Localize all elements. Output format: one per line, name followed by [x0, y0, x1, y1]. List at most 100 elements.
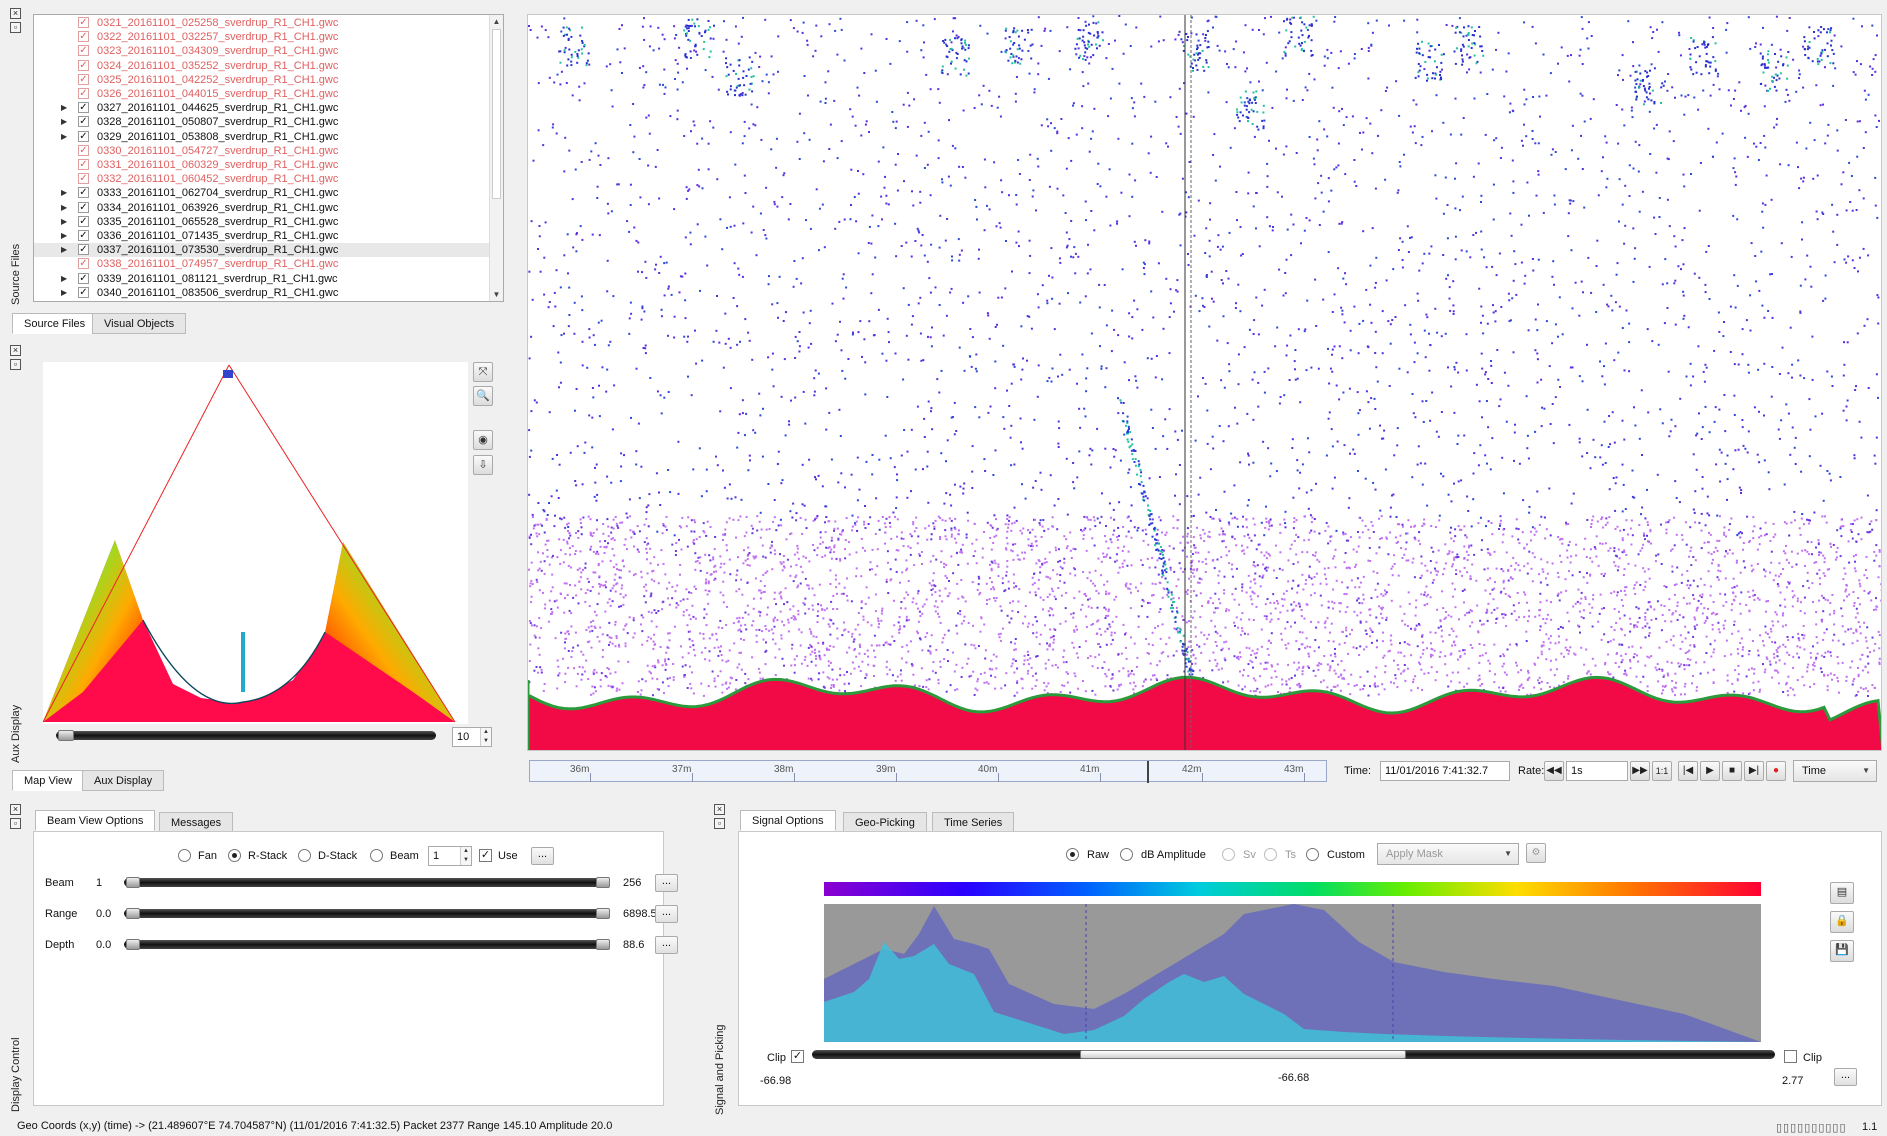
- tab-visual-objects[interactable]: Visual Objects: [92, 313, 187, 334]
- beam-number-spinner[interactable]: 1 ▲ ▼: [428, 846, 472, 866]
- file-enable-checkbox[interactable]: ✓: [78, 130, 89, 142]
- range-slider[interactable]: [124, 878, 610, 887]
- file-enable-checkbox[interactable]: ✓: [78, 230, 89, 241]
- aux-close-icon[interactable]: ×: [10, 345, 21, 356]
- radio-raw[interactable]: [1066, 848, 1079, 861]
- clip-range-selection[interactable]: [1080, 1050, 1406, 1059]
- expand-arrow-icon[interactable]: ▶: [61, 243, 69, 257]
- file-list-item[interactable]: ▶ ✓ 0328_20161101_050807_sverdrup_R1_CH1.g…: [34, 115, 489, 129]
- colormap-icon[interactable]: ▤: [1830, 882, 1854, 904]
- eye-icon[interactable]: ◉: [473, 430, 493, 450]
- stop-icon[interactable]: ■: [1722, 761, 1742, 781]
- use-checkbox[interactable]: ✓: [479, 849, 492, 862]
- range-slider-min-handle[interactable]: [126, 908, 140, 919]
- save-icon[interactable]: 💾: [1830, 940, 1854, 962]
- radio-db-amplitude[interactable]: [1120, 848, 1133, 861]
- play-icon[interactable]: ▶: [1700, 761, 1720, 781]
- expand-arrow-icon[interactable]: ▶: [61, 101, 69, 115]
- file-enable-checkbox[interactable]: ✓: [78, 244, 89, 256]
- tab-source-files[interactable]: Source Files: [12, 313, 98, 334]
- file-enable-checkbox[interactable]: ✓: [78, 59, 89, 71]
- expand-arrow-icon[interactable]: ▶: [61, 215, 69, 229]
- file-enable-checkbox[interactable]: ✓: [78, 286, 89, 298]
- file-list-item[interactable]: ✓ 0325_20161101_042252_sverdrup_R1_CH1.gw…: [34, 73, 489, 87]
- rate-field[interactable]: 1s: [1566, 761, 1628, 781]
- file-enable-checkbox[interactable]: ✓: [78, 272, 89, 284]
- radio-sv[interactable]: [1222, 848, 1235, 861]
- expand-arrow-icon[interactable]: ▶: [61, 229, 69, 243]
- time-field[interactable]: 11/01/2016 7:41:32.7: [1380, 761, 1510, 781]
- file-enable-checkbox[interactable]: ✓: [78, 187, 89, 199]
- tab-aux-display[interactable]: Aux Display: [82, 770, 165, 791]
- file-list-item[interactable]: ▶ ✓ 0335_20161101_065528_sverdrup_R1_CH1.g…: [34, 215, 489, 229]
- file-enable-checkbox[interactable]: ✓: [78, 45, 89, 57]
- tab-time-series[interactable]: Time Series: [932, 812, 1015, 833]
- tab-map-view[interactable]: Map View: [12, 770, 85, 791]
- range-slider-min-handle[interactable]: [126, 877, 140, 888]
- slider-row-more-button[interactable]: ...: [655, 936, 678, 954]
- file-enable-checkbox[interactable]: ✓: [78, 88, 89, 99]
- source-file-list[interactable]: ▶ ✓ 0340_20161101_083506_sverdrup_R1_CH1.g…: [33, 14, 504, 302]
- signal-close-icon[interactable]: ×: [714, 804, 725, 815]
- source-files-float-icon[interactable]: ▫: [10, 22, 21, 33]
- clip-right-checkbox[interactable]: [1784, 1050, 1797, 1063]
- file-enable-checkbox[interactable]: ✓: [78, 73, 89, 85]
- range-slider[interactable]: [124, 909, 610, 918]
- range-slider-min-handle[interactable]: [126, 939, 140, 950]
- radio-ts[interactable]: [1264, 848, 1277, 861]
- lock-icon[interactable]: 🔒: [1830, 911, 1854, 933]
- expand-arrow-icon[interactable]: ▶: [61, 130, 69, 144]
- skip-end-icon[interactable]: ▶|: [1744, 761, 1764, 781]
- echogram-view[interactable]: [527, 14, 1882, 751]
- file-list-item[interactable]: ▶ ✓ 0334_20161101_063926_sverdrup_R1_CH1.g…: [34, 201, 489, 215]
- scroll-down-icon[interactable]: ▼: [490, 288, 503, 301]
- file-list-item[interactable]: ✓ 0331_20161101_060329_sverdrup_R1_CH1.gw…: [34, 158, 489, 172]
- radio-beam[interactable]: [370, 849, 383, 862]
- rate-decrease-icon[interactable]: ◀◀: [1544, 761, 1564, 781]
- file-list-item[interactable]: ✓ 0321_20161101_025258_sverdrup_R1_CH1.gw…: [34, 16, 489, 30]
- radio-d-stack[interactable]: [298, 849, 311, 862]
- file-list-item[interactable]: ✓ 0322_20161101_032257_sverdrup_R1_CH1.gw…: [34, 30, 489, 44]
- file-list-item[interactable]: ✓ 0332_20161101_060452_sverdrup_R1_CH1.gw…: [34, 172, 489, 186]
- file-enable-checkbox[interactable]: ✓: [78, 102, 89, 114]
- radio-custom[interactable]: [1306, 848, 1319, 861]
- clip-left-checkbox[interactable]: ✓: [791, 1050, 804, 1063]
- expand-arrow-icon[interactable]: ▶: [61, 272, 69, 286]
- aux-slider[interactable]: [56, 731, 436, 740]
- spinner-arrows-icon[interactable]: ▲ ▼: [480, 728, 491, 746]
- slider-row-more-button[interactable]: ...: [655, 874, 678, 892]
- file-enable-checkbox[interactable]: ✓: [78, 215, 89, 227]
- file-enable-checkbox[interactable]: ✓: [78, 159, 89, 170]
- aux-slider-handle[interactable]: [58, 730, 74, 741]
- rate-reset-button[interactable]: 1:1: [1652, 761, 1672, 781]
- record-icon[interactable]: ●: [1766, 761, 1786, 781]
- tab-beam-view-options[interactable]: Beam View Options: [35, 810, 156, 831]
- range-slider-max-handle[interactable]: [596, 877, 610, 888]
- file-enable-checkbox[interactable]: ✓: [78, 31, 89, 43]
- mask-settings-icon[interactable]: ⚙: [1526, 843, 1546, 863]
- expand-arrow-icon[interactable]: ▶: [61, 201, 69, 215]
- source-files-close-icon[interactable]: ×: [10, 8, 21, 19]
- file-enable-checkbox[interactable]: ✓: [78, 201, 89, 213]
- tab-geo-picking[interactable]: Geo-Picking: [843, 812, 927, 833]
- rate-increase-icon[interactable]: ▶▶: [1630, 761, 1650, 781]
- slider-row-more-button[interactable]: ...: [655, 905, 678, 923]
- file-list-item[interactable]: ▶ ✓ 0340_20161101_083506_sverdrup_R1_CH1.g…: [34, 286, 489, 300]
- file-list-item[interactable]: ▶ ✓ 0333_20161101_062704_sverdrup_R1_CH1.g…: [34, 186, 489, 200]
- tab-signal-options[interactable]: Signal Options: [740, 810, 836, 831]
- file-enable-checkbox[interactable]: ✓: [78, 258, 89, 270]
- file-list-item[interactable]: ✓ 0326_20161101_044015_sverdrup_R1_CH1.gw…: [34, 87, 489, 101]
- range-slider-max-handle[interactable]: [596, 939, 610, 950]
- file-list-item[interactable]: ▶ ✓ 0337_20161101_073530_sverdrup_R1_CH1.g…: [34, 243, 489, 258]
- tab-messages[interactable]: Messages: [159, 812, 234, 833]
- apply-mask-dropdown[interactable]: Apply Mask ▼: [1377, 843, 1519, 865]
- timeline-cursor[interactable]: [1147, 761, 1149, 783]
- aux-value-spinner[interactable]: 10 ▲ ▼: [452, 727, 492, 747]
- display-control-close-icon[interactable]: ×: [10, 804, 21, 815]
- file-list-item[interactable]: ✓ 0323_20161101_034309_sverdrup_R1_CH1.gw…: [34, 44, 489, 58]
- fit-view-icon[interactable]: ⤧: [473, 362, 493, 382]
- expand-arrow-icon[interactable]: ▶: [61, 115, 69, 129]
- file-enable-checkbox[interactable]: ✓: [78, 144, 89, 156]
- aux-float-icon[interactable]: ▫: [10, 359, 21, 370]
- signal-float-icon[interactable]: ▫: [714, 818, 725, 829]
